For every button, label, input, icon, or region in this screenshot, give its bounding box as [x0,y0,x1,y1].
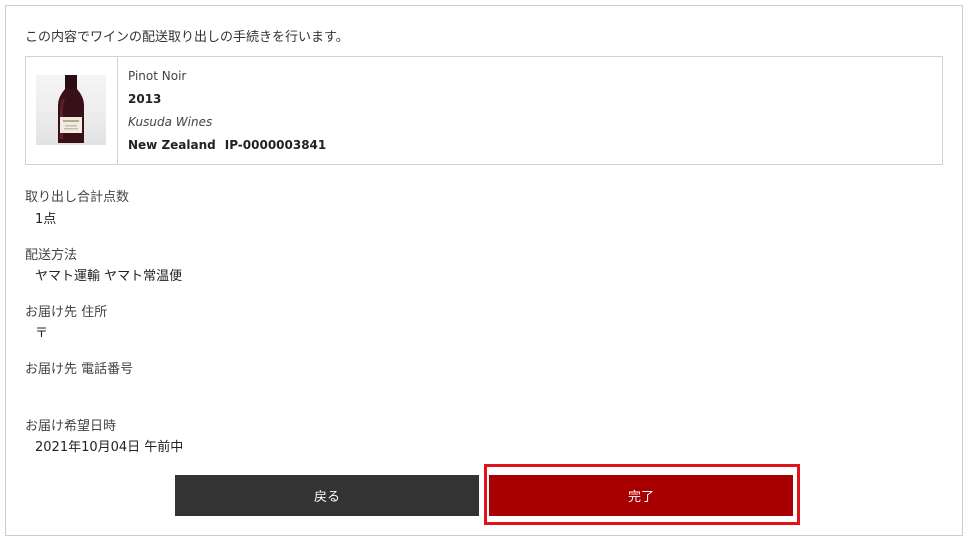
phone-label: お届け先 電話番号 [25,362,134,377]
address-label: お届け先 住所 [25,305,108,320]
address-value: 〒 [35,326,49,341]
wine-country: New Zealand [128,138,216,152]
delivery-datetime-value: 2021年10月04日 午前中 [35,440,184,455]
wine-origin-line: New Zealand IP-0000003841 [128,137,326,153]
complete-button[interactable]: 完了 [489,475,793,516]
item-thumbnail-cell [26,57,118,164]
shipping-method-label: 配送方法 [25,248,78,263]
back-button[interactable]: 戻る [175,475,479,516]
item-code: IP-0000003841 [224,138,327,152]
shipping-method-value: ヤマト運輸 ヤマト常温便 [35,269,183,284]
wine-bottle-icon [36,75,106,145]
intro-text: この内容でワインの配送取り出しの手続きを行います。 [25,30,349,45]
item-details: Pinot Noir 2013 Kusuda Wines New Zealand… [128,68,326,153]
delivery-datetime-label: お届け希望日時 [25,419,117,434]
quantity-value: 1点 [35,212,57,227]
wine-producer: Kusuda Wines [128,115,213,129]
wine-item-card: Pinot Noir 2013 Kusuda Wines New Zealand… [25,56,943,165]
wine-name: Pinot Noir [128,69,187,83]
quantity-label: 取り出し合計点数 [25,190,130,205]
wine-vintage: 2013 [128,92,162,106]
